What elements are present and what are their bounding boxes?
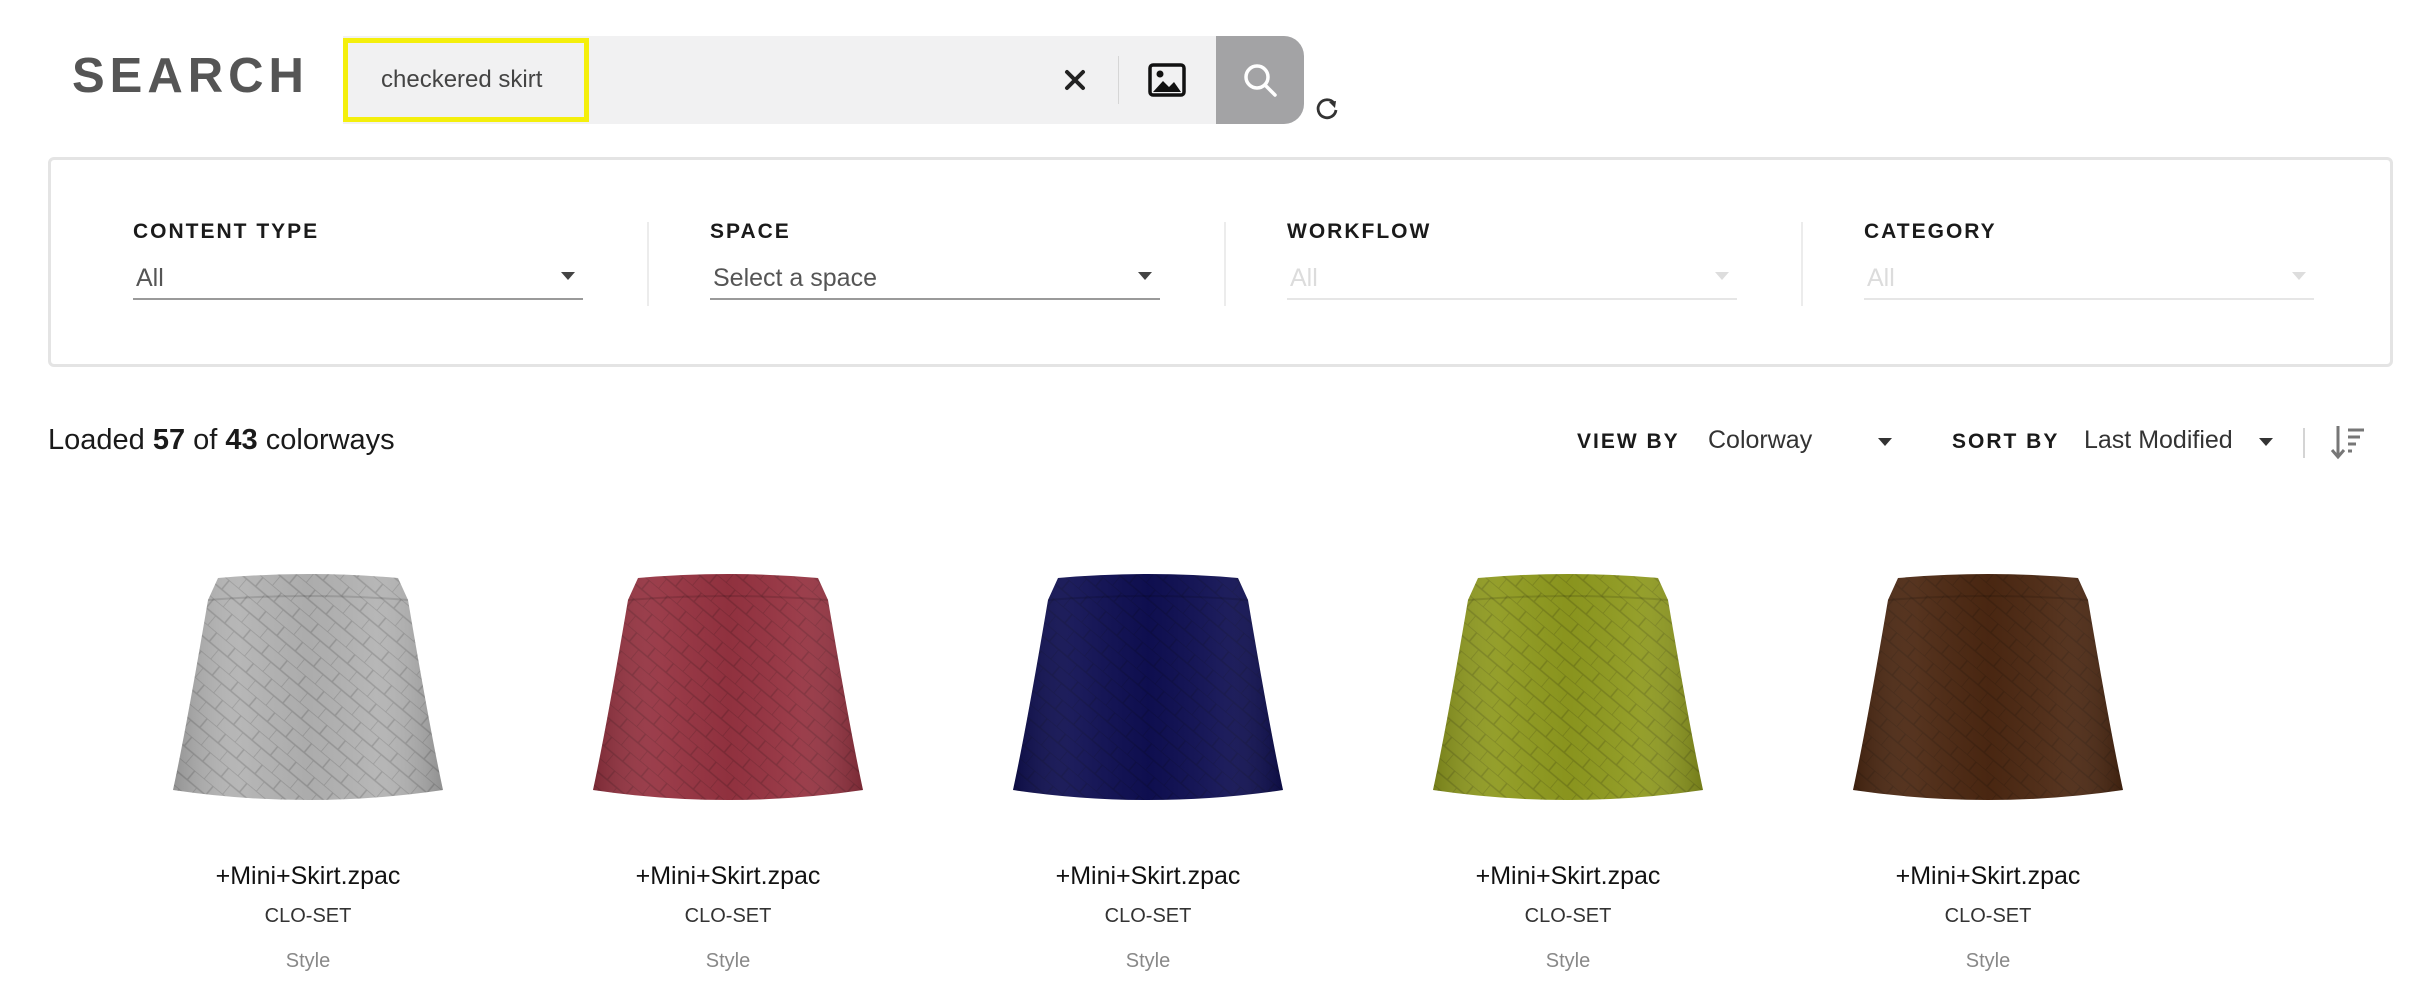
item-source: CLO-SET: [684, 905, 772, 927]
item-type: Style: [285, 950, 331, 972]
filter-label: CATEGORY: [1864, 220, 1997, 243]
result-card[interactable]: +Mini+Skirt.zpac CLO-SET Style: [578, 560, 878, 973]
view-by-select[interactable]: Colorway: [1708, 422, 1898, 458]
refresh-icon: [1316, 98, 1338, 120]
item-source: CLO-SET: [1524, 905, 1612, 927]
result-card[interactable]: +Mini+Skirt.zpac CLO-SET Style: [158, 560, 458, 973]
filter-value: All: [1290, 263, 1318, 292]
space-select[interactable]: Select a space: [710, 258, 1160, 300]
filter-value: All: [136, 263, 164, 292]
clear-search-button[interactable]: [1045, 60, 1105, 100]
filter-label: CONTENT TYPE: [133, 220, 320, 243]
filter-space: SPACE Select a space: [710, 220, 1160, 300]
item-type: Style: [1125, 950, 1171, 972]
filter-divider: [1224, 222, 1226, 306]
item-type: Style: [705, 950, 751, 972]
skirt-thumbnail: [593, 574, 863, 800]
results-count: Loaded 57 of 43 colorways: [48, 424, 395, 457]
view-by-value: Colorway: [1708, 425, 1813, 454]
image-icon: [1148, 63, 1186, 97]
page-title: SEARCH: [72, 49, 309, 103]
result-card[interactable]: +Mini+Skirt.zpac CLO-SET Style: [1838, 560, 2138, 973]
sort-descending-icon: [2330, 426, 2364, 460]
item-type: Style: [1965, 950, 2011, 972]
search-button[interactable]: [1216, 36, 1304, 124]
result-card[interactable]: +Mini+Skirt.zpac CLO-SET Style: [998, 560, 1298, 973]
results-of: of: [193, 424, 218, 456]
image-search-button[interactable]: [1136, 56, 1198, 104]
search-icon: [1244, 64, 1277, 97]
filter-label: SPACE: [710, 220, 791, 243]
results-prefix: Loaded: [48, 424, 145, 456]
results-total: 43: [225, 424, 258, 456]
item-source: CLO-SET: [1104, 905, 1192, 927]
view-by-label: VIEW BY: [1577, 430, 1680, 453]
sort-order-button[interactable]: [2328, 422, 2368, 462]
item-type: Style: [1545, 950, 1591, 972]
results-unit: colorways: [265, 424, 395, 456]
chevron-down-icon: [2292, 272, 2306, 280]
chevron-down-icon: [1878, 438, 1892, 446]
item-name[interactable]: +Mini+Skirt.zpac: [1838, 862, 2138, 891]
item-name[interactable]: +Mini+Skirt.zpac: [158, 862, 458, 891]
sort-by-select[interactable]: Last Modified: [2084, 422, 2274, 458]
search-input[interactable]: [343, 36, 1243, 124]
close-icon: [1065, 70, 1085, 90]
content-type-select[interactable]: All: [133, 258, 583, 300]
item-source: CLO-SET: [1944, 905, 2032, 927]
chevron-down-icon: [561, 272, 575, 280]
filter-value: All: [1867, 263, 1895, 292]
skirt-thumbnail: [1853, 574, 2123, 800]
item-name[interactable]: +Mini+Skirt.zpac: [578, 862, 878, 891]
item-source: CLO-SET: [264, 905, 352, 927]
chevron-down-icon: [1138, 272, 1152, 280]
result-card[interactable]: +Mini+Skirt.zpac CLO-SET Style: [1418, 560, 1718, 973]
skirt-thumbnail: [1013, 574, 1283, 800]
sort-by-label: SORT BY: [1952, 430, 2060, 453]
results-loaded: 57: [152, 424, 186, 456]
item-name[interactable]: +Mini+Skirt.zpac: [1418, 862, 1718, 891]
filter-divider: [1801, 222, 1803, 306]
item-name[interactable]: +Mini+Skirt.zpac: [998, 862, 1298, 891]
filter-panel: CONTENT TYPE All SPACE Select a space WO…: [48, 157, 2393, 367]
category-select: All: [1864, 258, 2314, 300]
filter-value: Select a space: [713, 263, 877, 292]
filter-divider: [647, 222, 649, 306]
chevron-down-icon: [2259, 438, 2273, 446]
chevron-down-icon: [1715, 272, 1729, 280]
toolbar-divider: [2303, 428, 2305, 458]
filter-workflow: WORKFLOW All: [1287, 220, 1737, 300]
filter-category: CATEGORY All: [1864, 220, 2314, 300]
sort-by-value: Last Modified: [2084, 425, 2233, 454]
workflow-select: All: [1287, 258, 1737, 300]
search-divider: [1118, 56, 1119, 104]
refresh-button[interactable]: [1314, 96, 1340, 122]
skirt-thumbnail: [173, 574, 443, 800]
skirt-thumbnail: [1433, 574, 1703, 800]
filter-label: WORKFLOW: [1287, 220, 1432, 243]
filter-content-type: CONTENT TYPE All: [133, 220, 583, 300]
